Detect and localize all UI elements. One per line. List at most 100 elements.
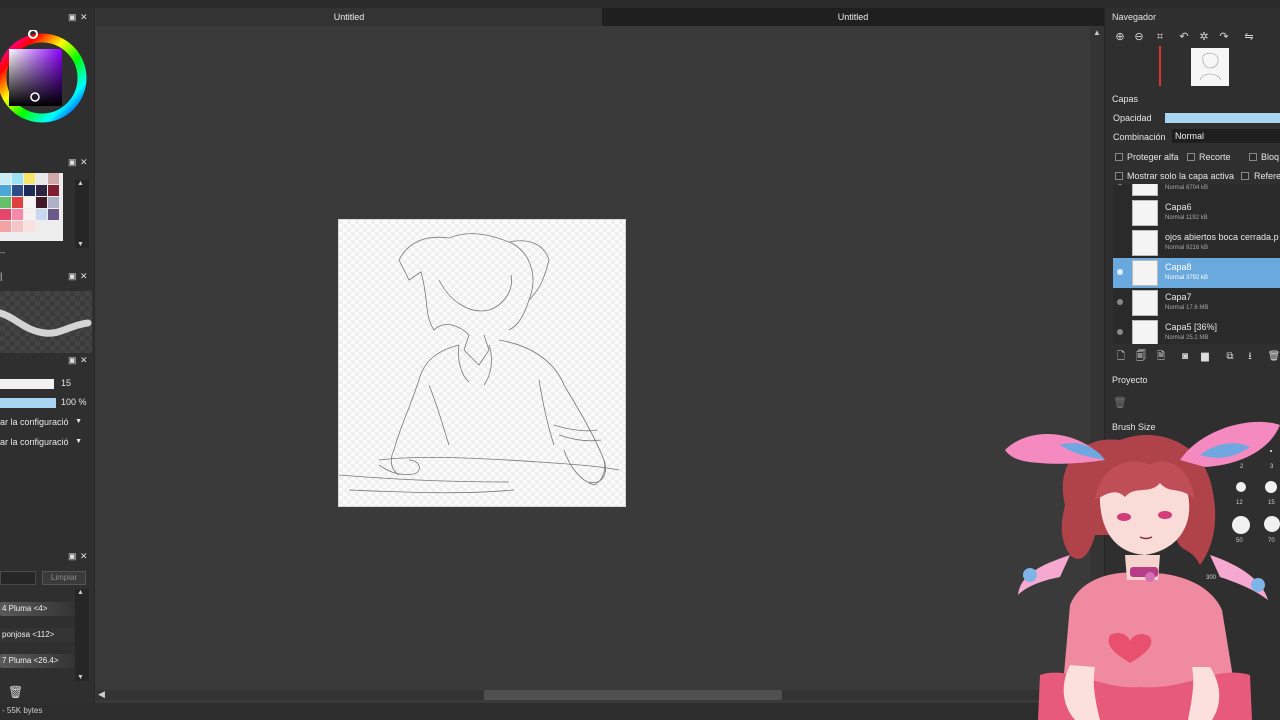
palette-scrollbar[interactable]: ▲ ▼ (75, 180, 89, 248)
scroll-down-icon[interactable]: ▼ (77, 674, 84, 681)
visibility-icon[interactable] (1117, 269, 1123, 275)
reset-rotation-icon[interactable]: ✲ (1197, 30, 1211, 44)
detach-icon[interactable]: ▣ (68, 551, 77, 561)
visibility-icon[interactable] (1117, 299, 1123, 305)
setting-dropdown-label: ar la configuració (0, 417, 69, 427)
palette-swatch[interactable] (12, 173, 23, 184)
rotate-right-icon[interactable]: ↷ (1217, 30, 1231, 44)
opacity-value[interactable]: 100 % (61, 397, 87, 407)
close-icon[interactable]: ✕ (80, 551, 88, 561)
brush-size-slider[interactable]: 15 (0, 378, 92, 390)
palette-swatch[interactable] (24, 209, 35, 220)
show-active-only-checkbox[interactable] (1115, 172, 1123, 180)
palette-swatch[interactable] (48, 173, 59, 184)
navigator-thumbnail[interactable] (1191, 48, 1229, 86)
palette-swatch[interactable] (12, 185, 23, 196)
scroll-up-icon[interactable]: ▲ (77, 180, 84, 187)
folder-icon[interactable]: ▆ (1198, 350, 1212, 364)
mask-icon[interactable]: ◙ (1178, 350, 1192, 364)
delete-layer-icon[interactable]: 🗑 (1267, 350, 1280, 364)
layer-row-selected[interactable]: Capa8 Normal 3792 kB (1113, 258, 1280, 288)
layers-list[interactable]: Normal 8704 kB Capa6 Normal 1192 kB ojos… (1113, 184, 1280, 344)
scroll-up-icon[interactable]: ▲ (1093, 28, 1101, 37)
horizontal-scroll-thumb[interactable] (484, 690, 782, 700)
merge-down-icon[interactable]: ⭳ (1243, 350, 1257, 364)
drawing-canvas[interactable] (338, 219, 626, 507)
layer-thumbnail (1132, 230, 1158, 256)
palette-swatch[interactable] (36, 197, 47, 208)
color-palette[interactable] (0, 173, 63, 241)
palette-swatch[interactable] (48, 185, 59, 196)
new-vector-layer-icon[interactable]: 🗎 (1154, 350, 1168, 364)
new-layer-copy-icon[interactable]: 🗐 (1134, 350, 1148, 364)
size-value[interactable]: 15 (61, 378, 71, 388)
tool-search-input[interactable] (0, 571, 36, 585)
palette-swatch[interactable] (0, 221, 11, 232)
visibility-icon[interactable] (1117, 329, 1123, 335)
blend-mode-label: Combinación (1113, 132, 1166, 142)
close-icon[interactable]: ✕ (80, 355, 88, 365)
close-icon[interactable]: ✕ (80, 271, 88, 281)
layer-meta: Normal 9216 kB (1165, 245, 1209, 251)
tool-list-scrollbar[interactable]: ▲ ▼ (75, 589, 89, 681)
tab-untitled-2[interactable]: Untitled (602, 8, 1104, 26)
palette-swatch[interactable] (36, 185, 47, 196)
palette-swatch[interactable] (24, 197, 35, 208)
layer-row[interactable]: Capa6 Normal 1192 kB (1113, 198, 1280, 228)
setting-dropdown-1[interactable]: ar la configuració ▼ (0, 415, 86, 429)
blend-mode-select[interactable]: Normal (1172, 129, 1280, 143)
layer-name: ojos abiertos boca cerrada.p (1165, 232, 1279, 242)
clipping-checkbox[interactable] (1187, 153, 1195, 161)
trash-icon[interactable]: 🗑 (8, 685, 23, 699)
detach-icon[interactable]: ▣ (68, 157, 77, 167)
palette-swatch[interactable] (12, 197, 23, 208)
palette-swatch[interactable] (24, 185, 35, 196)
tool-item[interactable]: ponjosa <112> (0, 628, 76, 642)
lock-checkbox[interactable] (1249, 153, 1257, 161)
setting-dropdown-2[interactable]: ar la configuració ▼ (0, 435, 86, 449)
zoom-out-icon[interactable]: ⊖ (1132, 30, 1146, 44)
palette-swatch[interactable] (0, 173, 11, 184)
palette-swatch[interactable] (48, 197, 59, 208)
scroll-up-icon[interactable]: ▲ (77, 589, 84, 596)
rotate-left-icon[interactable]: ↶ (1177, 30, 1191, 44)
palette-swatch[interactable] (12, 221, 23, 232)
palette-swatch[interactable] (0, 185, 11, 196)
clear-button[interactable]: Limpiar (42, 571, 86, 585)
layer-row[interactable]: Capa5 [36%] Normal 25.1 MB (1113, 318, 1280, 344)
tool-item[interactable]: 4 Pluma <4> (0, 602, 76, 616)
layer-row[interactable]: ojos abiertos boca cerrada.p Normal 9216… (1113, 228, 1280, 258)
layer-opacity-slider[interactable] (1165, 113, 1280, 123)
new-layer-icon[interactable]: 🗋 (1114, 350, 1128, 364)
palette-swatch[interactable] (36, 173, 47, 184)
scroll-left-icon[interactable]: ◀ (98, 689, 105, 700)
palette-swatch[interactable] (0, 197, 11, 208)
palette-swatch[interactable] (12, 209, 23, 220)
duplicate-layer-icon[interactable]: ⧉ (1223, 350, 1237, 364)
reference-checkbox[interactable] (1241, 172, 1249, 180)
close-icon[interactable]: ✕ (80, 157, 88, 167)
tool-item[interactable]: 7 Pluma <26.4> (0, 654, 76, 668)
detach-icon[interactable]: ▣ (68, 355, 77, 365)
detach-icon[interactable]: ▣ (68, 12, 77, 22)
zoom-in-icon[interactable]: ⊕ (1113, 30, 1127, 44)
layer-row[interactable]: Capa7 Normal 17.6 MB (1113, 288, 1280, 318)
opacity-track[interactable] (0, 398, 56, 408)
palette-swatch[interactable] (36, 209, 47, 220)
layer-row[interactable]: Normal 8704 kB (1113, 184, 1280, 198)
size-track[interactable] (0, 379, 54, 389)
palette-swatch[interactable] (48, 209, 59, 220)
scroll-down-icon[interactable]: ▼ (77, 241, 84, 248)
fit-to-window-icon[interactable]: ⌗ (1153, 30, 1167, 44)
color-wheel[interactable] (0, 30, 90, 140)
protect-alpha-checkbox[interactable] (1115, 153, 1123, 161)
palette-swatch[interactable] (24, 173, 35, 184)
detach-icon[interactable]: ▣ (68, 271, 77, 281)
palette-swatch[interactable] (0, 209, 11, 220)
flip-horizontal-icon[interactable]: ⇋ (1242, 30, 1256, 44)
close-icon[interactable]: ✕ (80, 12, 88, 22)
palette-swatch[interactable] (24, 221, 35, 232)
brush-opacity-slider[interactable]: 100 % (0, 397, 92, 409)
tab-untitled-1[interactable]: Untitled (96, 8, 602, 26)
visibility-icon[interactable] (1117, 184, 1123, 185)
